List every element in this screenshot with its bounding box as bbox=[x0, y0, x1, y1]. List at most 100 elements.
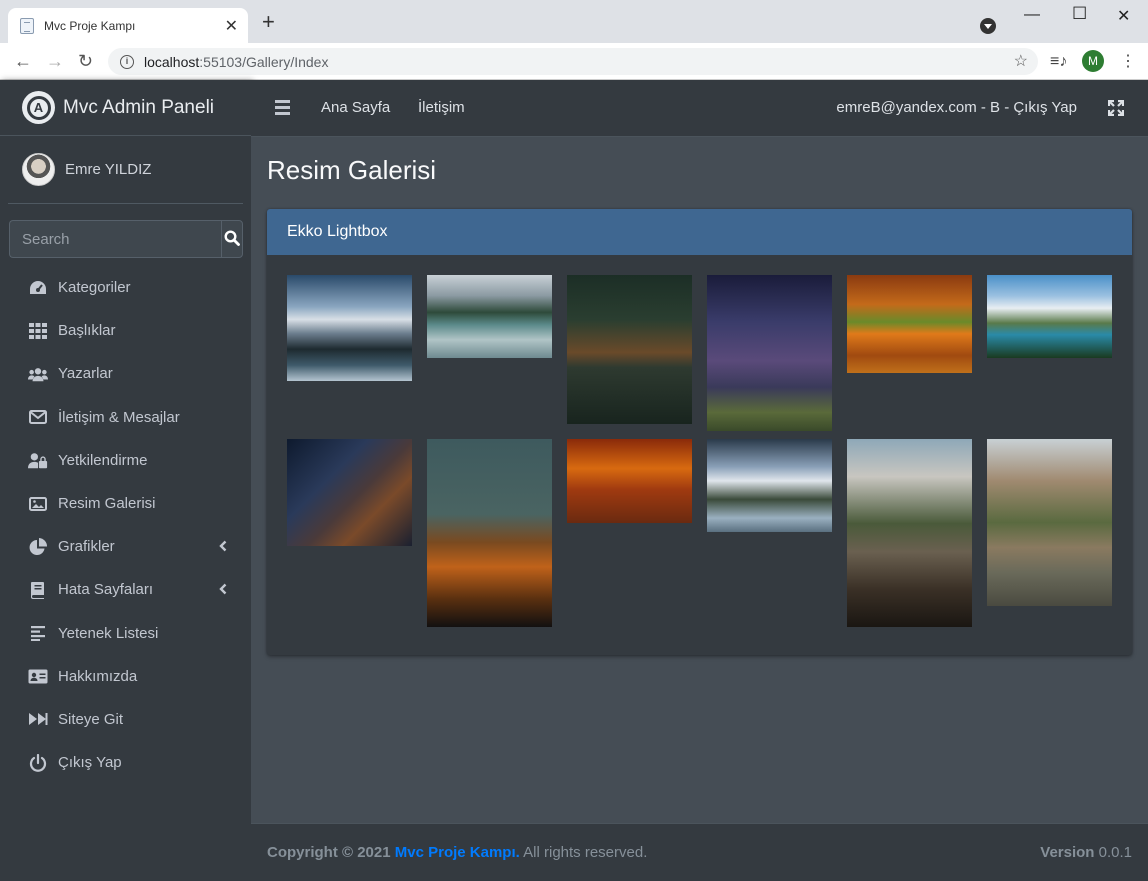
user-name[interactable]: Emre YILDIZ bbox=[65, 161, 151, 178]
gallery-image-moon-over-mountains[interactable] bbox=[427, 439, 552, 627]
user-avatar bbox=[22, 153, 55, 186]
chevron-left-icon bbox=[219, 539, 227, 555]
hamburger-menu-icon[interactable] bbox=[275, 100, 290, 118]
minimize-icon[interactable]: — bbox=[1024, 6, 1040, 24]
reload-icon[interactable]: ↻ bbox=[78, 51, 93, 72]
power-icon bbox=[28, 753, 48, 772]
gallery-image-valley-river-forest[interactable] bbox=[847, 439, 972, 627]
sidebar-item-label: Siteye Git bbox=[58, 710, 124, 728]
gallery-card: Ekko Lightbox bbox=[267, 209, 1132, 655]
pie-chart-icon bbox=[28, 537, 48, 556]
sidebar-item-basliklar[interactable]: Başlıklar bbox=[0, 309, 251, 352]
users-icon bbox=[28, 365, 48, 383]
book-icon bbox=[28, 581, 48, 599]
gallery-image-lighthouse-milky-way[interactable] bbox=[707, 275, 832, 431]
sidebar: A Mvc Admin Paneli Emre YILDIZ Kategoril… bbox=[0, 80, 251, 881]
gallery-image-snowy-mountain-forest[interactable] bbox=[707, 439, 832, 532]
sidebar-item-label: Resim Galerisi bbox=[58, 495, 156, 513]
forward-icon[interactable]: → bbox=[46, 51, 64, 72]
browser-menu-icon[interactable]: ⋮ bbox=[1120, 51, 1136, 71]
brand-text: Mvc Admin Paneli bbox=[63, 96, 215, 118]
nav-link-home[interactable]: Ana Sayfa bbox=[321, 99, 390, 116]
address-bar-area: ← → ↻ i localhost:55103/Gallery/Index ☆ … bbox=[0, 43, 1148, 80]
sidebar-item-siteye-git[interactable]: Siteye Git bbox=[0, 698, 251, 741]
window-close-icon[interactable]: ✕ bbox=[1117, 6, 1130, 26]
sidebar-item-iletisim-mesajlar[interactable]: İletişim & Mesajlar bbox=[0, 396, 251, 439]
media-queue-icon[interactable]: ≡♪ bbox=[1050, 53, 1067, 71]
main-footer: Copyright © 2021 Mvc Proje Kampı. All ri… bbox=[251, 823, 1148, 881]
new-tab-icon[interactable]: + bbox=[262, 11, 275, 33]
sidebar-item-yetkilendirme[interactable]: Yetkilendirme bbox=[0, 439, 251, 482]
site-info-icon[interactable]: i bbox=[120, 54, 134, 69]
sidebar-item-label: Grafikler bbox=[58, 538, 115, 556]
sidebar-item-label: Kategoriler bbox=[58, 279, 131, 297]
gallery-image-yosemite-reflection[interactable] bbox=[987, 439, 1112, 606]
sidebar-search bbox=[9, 220, 243, 258]
sidebar-item-kategoriler[interactable]: Kategoriler bbox=[0, 266, 251, 309]
grid-icon bbox=[28, 322, 48, 340]
page-title: Resim Galerisi bbox=[267, 155, 437, 185]
card-title: Ekko Lightbox bbox=[287, 223, 388, 240]
version-label: Version bbox=[1040, 844, 1095, 861]
nav-link-contact[interactable]: İletişim bbox=[418, 99, 465, 116]
content-wrapper: Resim Galerisi Ekko Lightbox bbox=[251, 137, 1148, 823]
brand-link[interactable]: A Mvc Admin Paneli bbox=[0, 80, 251, 136]
footer-brand-link[interactable]: Mvc Proje Kampı. bbox=[395, 844, 520, 861]
gallery-image-mountain-lake-clouds[interactable] bbox=[287, 275, 412, 381]
user-logout-link[interactable]: emreB@yandex.com - B - Çıkış Yap bbox=[836, 99, 1077, 116]
tachometer-icon bbox=[28, 279, 48, 297]
gallery-image-lake-island-reflection[interactable] bbox=[427, 275, 552, 358]
sidebar-item-label: Hata Sayfaları bbox=[58, 581, 154, 599]
maximize-icon[interactable]: ☐ bbox=[1072, 4, 1087, 24]
sidebar-menu: Kategoriler Başlıklar Yazarlar İletişim … bbox=[0, 266, 251, 784]
version-number: 0.0.1 bbox=[1094, 844, 1132, 861]
sidebar-item-hakkimizda[interactable]: Hakkımızda bbox=[0, 655, 251, 698]
card-header: Ekko Lightbox bbox=[267, 209, 1132, 255]
gallery-image-milky-way-rocks[interactable] bbox=[287, 439, 412, 546]
url-path: :55103/Gallery/Index bbox=[199, 53, 329, 70]
user-lock-icon bbox=[28, 451, 48, 469]
gallery-image-autumn-cabin[interactable] bbox=[567, 439, 692, 523]
tab-close-icon[interactable]: ✕ bbox=[225, 16, 238, 36]
rights-text: All rights reserved. bbox=[519, 844, 648, 861]
search-icon bbox=[224, 229, 240, 246]
envelope-icon bbox=[28, 408, 48, 426]
sidebar-item-label: Yetkilendirme bbox=[58, 451, 148, 469]
gallery-image-alpine-lake-mountains[interactable] bbox=[987, 275, 1112, 358]
footer-copyright: Copyright © 2021 Mvc Proje Kampı. All ri… bbox=[267, 844, 647, 861]
search-input[interactable] bbox=[9, 220, 221, 258]
sidebar-item-yazarlar[interactable]: Yazarlar bbox=[0, 352, 251, 395]
fullscreen-icon[interactable] bbox=[1107, 99, 1125, 121]
fast-forward-icon bbox=[28, 710, 48, 728]
footer-version: Version 0.0.1 bbox=[1040, 844, 1132, 861]
sidebar-item-yetenek-listesi[interactable]: Yetenek Listesi bbox=[0, 612, 251, 655]
image-icon bbox=[28, 495, 48, 513]
align-left-icon bbox=[28, 624, 48, 642]
gallery-image-autumn-forest-lake[interactable] bbox=[847, 275, 972, 373]
sidebar-item-label: Hakkımızda bbox=[58, 667, 138, 685]
search-button[interactable] bbox=[221, 220, 243, 258]
profile-avatar[interactable]: M bbox=[1082, 50, 1104, 72]
user-panel[interactable]: Emre YILDIZ bbox=[8, 136, 243, 204]
sidebar-item-resim-galerisi[interactable]: Resim Galerisi bbox=[0, 482, 251, 525]
brand-logo-icon: A bbox=[22, 91, 55, 124]
sidebar-item-label: İletişim & Mesajlar bbox=[58, 408, 180, 426]
gallery-image-dark-forest-lake[interactable] bbox=[567, 275, 692, 424]
bookmark-star-icon[interactable]: ☆ bbox=[1014, 51, 1028, 71]
chevron-left-icon bbox=[219, 582, 227, 598]
sidebar-item-hata-sayfalari[interactable]: Hata Sayfaları bbox=[0, 568, 251, 611]
sidebar-item-cikis-yap[interactable]: Çıkış Yap bbox=[0, 741, 251, 784]
tab-search-icon[interactable] bbox=[980, 18, 996, 34]
sidebar-item-label: Başlıklar bbox=[58, 322, 116, 340]
sidebar-item-label: Çıkış Yap bbox=[58, 754, 122, 772]
sidebar-item-grafikler[interactable]: Grafikler bbox=[0, 525, 251, 568]
tab-title: Mvc Proje Kampı bbox=[44, 18, 136, 33]
browser-tab[interactable]: Mvc Proje Kampı ✕ bbox=[8, 8, 248, 43]
page-favicon-icon bbox=[20, 17, 34, 34]
url-field[interactable]: i localhost:55103/Gallery/Index ☆ bbox=[108, 48, 1038, 75]
back-icon[interactable]: ← bbox=[14, 51, 32, 72]
copyright-text: Copyright © 2021 bbox=[267, 844, 391, 861]
sidebar-item-label: Yazarlar bbox=[58, 365, 113, 383]
id-card-icon bbox=[28, 667, 48, 685]
url-host: localhost bbox=[144, 53, 200, 70]
